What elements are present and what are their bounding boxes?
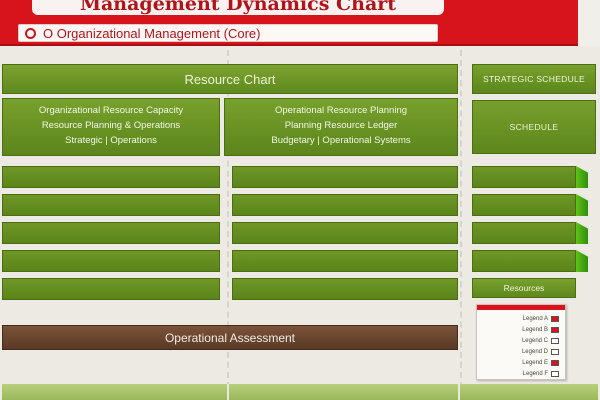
table-row[interactable] [2, 222, 220, 244]
hero-header-label: Resource Chart [184, 71, 276, 87]
legend-item-label: Legend F [522, 370, 548, 377]
legend-item: Legend F [485, 368, 559, 379]
column-divider-right [460, 50, 462, 388]
table-row[interactable] [232, 166, 458, 188]
legend-swatch [551, 326, 559, 333]
page-title: Management Dynamics Chart [79, 0, 397, 15]
legend-item: Legend E [485, 357, 559, 368]
footer-bar[interactable]: Operational Assessment [2, 325, 458, 350]
legend-swatch [551, 348, 559, 355]
side-label[interactable]: Resources [472, 278, 576, 298]
table-row[interactable] [232, 278, 458, 300]
info-line: Planning Resource Ledger [284, 120, 398, 131]
header-banner: Management Dynamics Chart O Organization… [0, 0, 578, 46]
page-subtitle: O Organizational Management (Core) [43, 26, 261, 41]
legend-swatch [551, 359, 559, 366]
circle-icon [25, 28, 36, 39]
table-row[interactable] [232, 194, 458, 216]
legend-item: Legend B [485, 324, 559, 335]
hero-header-bar[interactable]: Resource Chart [2, 64, 458, 94]
legend-swatch [551, 315, 559, 322]
footer-bar-label: Operational Assessment [164, 330, 296, 345]
side-heading-top-label: STRATEGIC SCHEDULE [482, 74, 586, 84]
side-heading-mid-label: SCHEDULE [509, 122, 559, 132]
title-plate: Management Dynamics Chart [32, 0, 444, 15]
legend-swatch [551, 370, 559, 377]
legend-item-label: Legend C [521, 337, 548, 344]
side-label-text: Resources [503, 283, 545, 293]
info-block-left[interactable]: Organizational Resource Capacity Resourc… [2, 98, 220, 156]
table-row[interactable] [2, 194, 220, 216]
side-row[interactable] [472, 250, 576, 272]
legend-item-label: Legend A [522, 315, 548, 322]
side-row[interactable] [472, 194, 576, 216]
info-line: Organizational Resource Capacity [38, 105, 184, 116]
table-row[interactable] [2, 166, 220, 188]
side-row[interactable] [472, 166, 576, 188]
table-row[interactable] [232, 250, 458, 272]
legend-item-label: Legend E [522, 359, 548, 366]
table-row[interactable] [232, 222, 458, 244]
bottom-strip [2, 384, 598, 400]
table-row[interactable] [2, 278, 220, 300]
legend-item: Legend C [485, 335, 559, 346]
info-line: Strategic | Operations [65, 135, 157, 146]
legend-card: Legend A Legend B Legend C Legend D Lege… [476, 304, 566, 380]
side-row[interactable] [472, 222, 576, 244]
side-heading-top[interactable]: STRATEGIC SCHEDULE [472, 64, 596, 94]
legend-item-label: Legend D [521, 348, 548, 355]
strip-divider [227, 384, 229, 400]
table-row[interactable] [2, 250, 220, 272]
side-heading-mid[interactable]: SCHEDULE [472, 100, 596, 154]
info-block-right[interactable]: Operational Resource Planning Planning R… [224, 98, 458, 156]
subtitle-plate: O Organizational Management (Core) [18, 24, 438, 42]
info-line: Budgetary | Operational Systems [271, 135, 411, 146]
legend-item: Legend D [485, 346, 559, 357]
legend-swatch [551, 337, 559, 344]
info-line: Resource Planning & Operations [41, 120, 181, 131]
legend-item-label: Legend B [522, 326, 548, 333]
info-line: Operational Resource Planning [274, 105, 408, 116]
strip-divider [458, 384, 460, 400]
legend-item: Legend A [485, 313, 559, 324]
